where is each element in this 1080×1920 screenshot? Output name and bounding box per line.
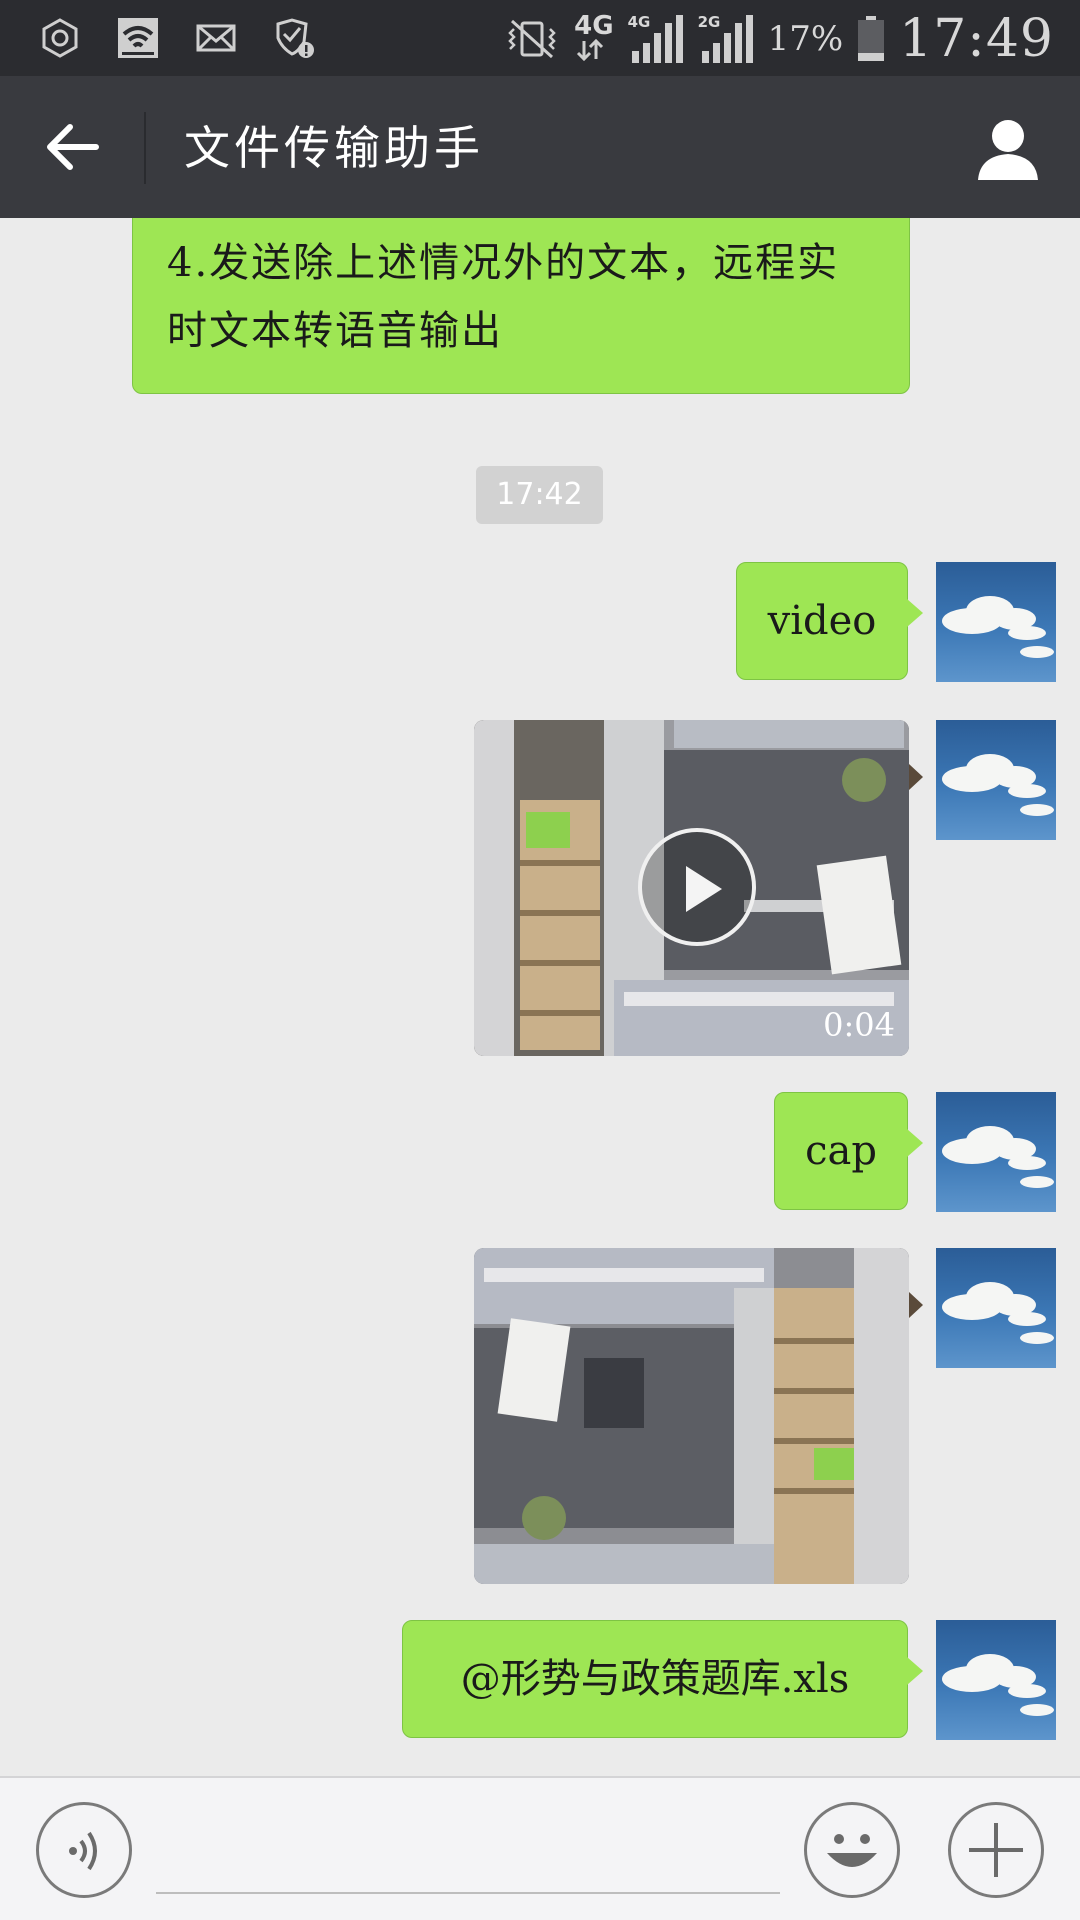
- title-bar: 文件传输助手: [0, 76, 1080, 218]
- avatar[interactable]: [936, 1620, 1056, 1740]
- message-bubble-file[interactable]: @形势与政策题库.xls: [402, 1620, 923, 1738]
- input-bar: [0, 1776, 1080, 1920]
- timestamp: 17:42: [476, 466, 603, 524]
- arrow-left-icon[interactable]: [40, 114, 106, 180]
- message-bubble-video[interactable]: video: [736, 562, 923, 680]
- person-icon[interactable]: [972, 112, 1044, 184]
- message-text-file: @形势与政策题库.xls: [460, 1656, 850, 1702]
- title-divider: [144, 112, 146, 184]
- plus-button[interactable]: [948, 1802, 1044, 1898]
- wifi-icon: [118, 18, 158, 58]
- message-bubble-instructions[interactable]: 4.发送除上述情况外的文本，远程实 时文本转语音输出: [132, 218, 910, 394]
- signal-2g-icon: 2G: [698, 13, 754, 65]
- status-bar: 4G 4G 2G 17% 17:49: [0, 0, 1080, 76]
- video-message[interactable]: 0:04: [474, 720, 909, 1056]
- message-bubble-cap[interactable]: cap: [774, 1092, 923, 1210]
- video-bubble-tail: [909, 764, 923, 790]
- avatar[interactable]: [936, 1092, 1056, 1212]
- vibrate-mute-icon: [508, 19, 556, 59]
- data-arrows-icon: [577, 38, 604, 62]
- status-right-icons: 4G 4G 2G 17% 17:49: [504, 4, 1054, 74]
- chat-title: 文件传输助手: [184, 121, 484, 175]
- play-button[interactable]: [638, 828, 756, 946]
- plus-icon: [969, 1823, 1023, 1877]
- avatar[interactable]: [936, 1248, 1056, 1368]
- shield-alert-icon: [276, 18, 314, 58]
- signal-4g-icon: 4G: [628, 13, 684, 65]
- avatar[interactable]: [936, 562, 1056, 682]
- message-text-video: video: [767, 598, 877, 644]
- message-text-line2: 时文本转语音输出: [167, 308, 503, 354]
- emoji-button[interactable]: [804, 1802, 900, 1898]
- image-message[interactable]: [474, 1248, 909, 1584]
- status-time: 17:49: [899, 9, 1054, 69]
- message-text-cap: cap: [805, 1128, 877, 1174]
- hexagon-icon: [42, 18, 78, 58]
- message-text-line1: 4.发送除上述情况外的文本，远程实: [167, 240, 840, 286]
- battery-icon: [858, 16, 885, 61]
- video-duration: 0:04: [823, 1006, 895, 1044]
- chat-area[interactable]: 4.发送除上述情况外的文本，远程实 时文本转语音输出 17:42 video 0…: [0, 218, 1080, 1776]
- mail-icon: [196, 24, 236, 52]
- emoji-icon: [827, 1834, 877, 1867]
- network-4g-label: 4G: [574, 11, 614, 41]
- status-left-icons: [36, 14, 318, 62]
- battery-percent: 17%: [767, 19, 844, 59]
- captured-photo: [474, 1248, 909, 1584]
- avatar[interactable]: [936, 720, 1056, 840]
- voice-icon: [69, 1831, 97, 1871]
- voice-button[interactable]: [36, 1802, 132, 1898]
- image-bubble-tail: [909, 1292, 923, 1318]
- network-type: 4G: [574, 11, 614, 65]
- message-input[interactable]: [156, 1808, 780, 1894]
